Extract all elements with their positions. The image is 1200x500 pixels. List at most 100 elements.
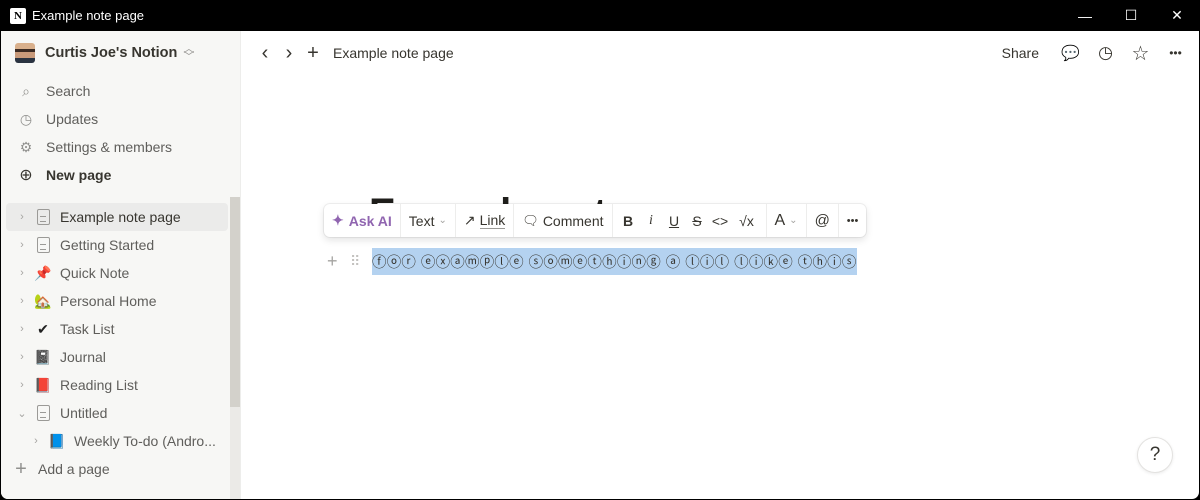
house-icon: 🏡 bbox=[34, 292, 52, 309]
chevron-down-icon[interactable]: ⌄ bbox=[15, 407, 29, 420]
sidebar-item-search[interactable]: ⌕ Search bbox=[1, 77, 241, 105]
page-item-reading-list[interactable]: › 📕 Reading List bbox=[6, 371, 228, 399]
more-options-button[interactable]: ••• bbox=[839, 204, 867, 237]
link-button[interactable]: ↗ Link bbox=[456, 204, 515, 237]
add-page-label: Add a page bbox=[38, 461, 110, 477]
comment-icon: 🗨 bbox=[522, 212, 539, 228]
page-item-personal-home[interactable]: › 🏡 Personal Home bbox=[6, 287, 228, 315]
chevron-right-icon[interactable]: › bbox=[15, 267, 29, 279]
page-item-task-list[interactable]: › ✔ Task List bbox=[6, 315, 228, 343]
title-bar: N Example note page — ☐ ✕ bbox=[0, 0, 1200, 31]
ask-ai-label: Ask AI bbox=[348, 212, 392, 229]
window-title: Example note page bbox=[32, 8, 145, 23]
minimize-button[interactable]: — bbox=[1062, 0, 1108, 31]
page-item-getting-started[interactable]: › Getting Started bbox=[6, 231, 228, 259]
bold-button[interactable]: B bbox=[617, 213, 640, 229]
star-icon[interactable]: ☆ bbox=[1123, 41, 1158, 66]
document-icon bbox=[36, 405, 50, 421]
sidebar-item-label: Updates bbox=[46, 111, 99, 127]
sidebar-item-settings[interactable]: ⚙ Settings & members bbox=[1, 133, 241, 161]
selected-text[interactable]: ⓕⓞⓡ ⓔⓧⓐⓜⓟⓛⓔ ⓢⓞⓜⓔⓣⓗⓘⓝⓖ ⓐ ⓛⓘⓛ ⓛⓘⓚⓔ ⓣⓗⓘⓢ bbox=[372, 248, 857, 275]
page-item-label: Reading List bbox=[60, 377, 138, 393]
red-book-icon: 📕 bbox=[34, 376, 52, 393]
clock-icon: ◷ bbox=[19, 110, 33, 127]
chevron-right-icon[interactable]: › bbox=[15, 323, 29, 335]
page-item-label: Weekly To-do (Andro... bbox=[74, 433, 216, 449]
page-item-label: Untitled bbox=[60, 405, 108, 421]
chevron-right-icon[interactable]: › bbox=[15, 211, 29, 223]
equation-button[interactable]: √x bbox=[732, 213, 762, 229]
page-item-label: Example note page bbox=[60, 209, 181, 225]
text-color-button[interactable]: A ⌄ bbox=[767, 204, 807, 237]
page-item-label: Journal bbox=[60, 349, 106, 365]
code-button[interactable]: <> bbox=[709, 213, 732, 229]
chevron-down-icon: ⌄ bbox=[438, 215, 447, 226]
text-block: + ⠿ ⓕⓞⓡ ⓔⓧⓐⓜⓟⓛⓔ ⓢⓞⓜⓔⓣⓗⓘⓝⓖ ⓐ ⓛⓘⓛ ⓛⓘⓚⓔ ⓣⓗⓘ… bbox=[327, 248, 857, 275]
text-type-label: Text bbox=[408, 212, 435, 229]
chevron-right-icon[interactable]: › bbox=[15, 351, 29, 363]
help-button[interactable]: ? bbox=[1137, 437, 1173, 473]
sidebar-item-updates[interactable]: ◷ Updates bbox=[1, 105, 241, 133]
link-label: Link bbox=[479, 212, 506, 229]
mention-button[interactable]: @ bbox=[807, 204, 839, 237]
sparkle-icon: ✦ bbox=[332, 212, 344, 228]
more-icon[interactable]: ••• bbox=[1158, 46, 1193, 60]
page-item-journal[interactable]: › 📓 Journal bbox=[6, 343, 228, 371]
strikethrough-button[interactable]: S bbox=[686, 213, 709, 229]
avatar bbox=[15, 43, 35, 63]
chevron-down-icon: ⌄ bbox=[789, 215, 798, 226]
sidebar-item-label: Settings & members bbox=[46, 139, 173, 155]
sidebar-item-new-page[interactable]: ⊕ New page bbox=[1, 161, 241, 189]
chevron-right-icon[interactable]: › bbox=[15, 379, 29, 391]
sidebar-item-label: Search bbox=[46, 83, 91, 99]
page-item-example-note-page[interactable]: › Example note page bbox=[6, 203, 228, 231]
breadcrumb[interactable]: Example note page bbox=[333, 45, 454, 61]
notion-logo-icon: N bbox=[10, 7, 26, 24]
comment-button[interactable]: 🗨 Comment bbox=[514, 204, 613, 237]
back-icon[interactable]: ‹ bbox=[253, 42, 277, 65]
arrow-up-right-icon: ↗ bbox=[463, 212, 476, 228]
history-icon[interactable]: ◷ bbox=[1088, 43, 1123, 63]
comment-label: Comment bbox=[542, 212, 604, 229]
pushpin-icon: 📌 bbox=[34, 264, 52, 281]
comment-icon[interactable]: 💬 bbox=[1053, 44, 1088, 62]
underline-button[interactable]: U bbox=[663, 213, 686, 229]
chevron-up-down-icon: ︿ ﹀ bbox=[183, 43, 195, 63]
drag-handle-icon[interactable]: ⠿ bbox=[350, 253, 364, 270]
page-tree: › Example note page › Getting Started › … bbox=[6, 203, 228, 483]
forward-icon[interactable]: › bbox=[277, 42, 301, 65]
document-icon bbox=[36, 209, 50, 225]
add-block-icon[interactable]: + bbox=[327, 251, 343, 272]
plus-icon: + bbox=[15, 457, 27, 480]
workspace-name: Curtis Joe's Notion bbox=[45, 45, 178, 61]
share-button[interactable]: Share bbox=[1002, 45, 1039, 61]
workspace-switcher[interactable]: Curtis Joe's Notion ︿ ﹀ bbox=[15, 43, 194, 63]
notion-window: N Example note page — ☐ ✕ Curtis Joe's N… bbox=[0, 0, 1200, 500]
page-item-label: Getting Started bbox=[60, 237, 155, 253]
chevron-right-icon[interactable]: › bbox=[29, 435, 43, 447]
chevron-right-icon[interactable]: › bbox=[15, 295, 29, 307]
text-color-icon: A bbox=[774, 211, 786, 229]
top-bar: ‹ › + Example note page Share 💬 ◷ ☆ ••• bbox=[242, 31, 1199, 75]
add-icon[interactable]: + bbox=[301, 42, 325, 65]
italic-button[interactable]: i bbox=[640, 213, 663, 229]
main-content: ‹ › + Example note page Share 💬 ◷ ☆ ••• … bbox=[242, 31, 1199, 499]
page-item-label: Quick Note bbox=[60, 265, 130, 281]
document-icon bbox=[36, 237, 50, 253]
close-button[interactable]: ✕ bbox=[1154, 0, 1200, 31]
page-item-untitled[interactable]: ⌄ Untitled bbox=[6, 399, 228, 427]
sidebar-scrollbar-thumb[interactable] bbox=[230, 197, 240, 407]
formatting-toolbar: ✦ Ask AI Text ⌄ ↗ Link 🗨 Comment B i U S… bbox=[324, 204, 867, 237]
notebook-icon: 📓 bbox=[34, 348, 52, 365]
page-item-weekly-todo[interactable]: › 📘 Weekly To-do (Andro... bbox=[6, 427, 228, 455]
blue-book-icon: 📘 bbox=[48, 432, 66, 449]
search-icon: ⌕ bbox=[22, 82, 30, 99]
checkmark-icon: ✔ bbox=[37, 320, 49, 337]
chevron-right-icon[interactable]: › bbox=[15, 239, 29, 251]
page-item-quick-note[interactable]: › 📌 Quick Note bbox=[6, 259, 228, 287]
gear-icon: ⚙ bbox=[19, 138, 33, 155]
ask-ai-button[interactable]: ✦ Ask AI bbox=[324, 204, 401, 237]
add-page-button[interactable]: + Add a page bbox=[6, 455, 228, 483]
text-type-dropdown[interactable]: Text ⌄ bbox=[401, 204, 456, 237]
maximize-button[interactable]: ☐ bbox=[1108, 0, 1154, 31]
